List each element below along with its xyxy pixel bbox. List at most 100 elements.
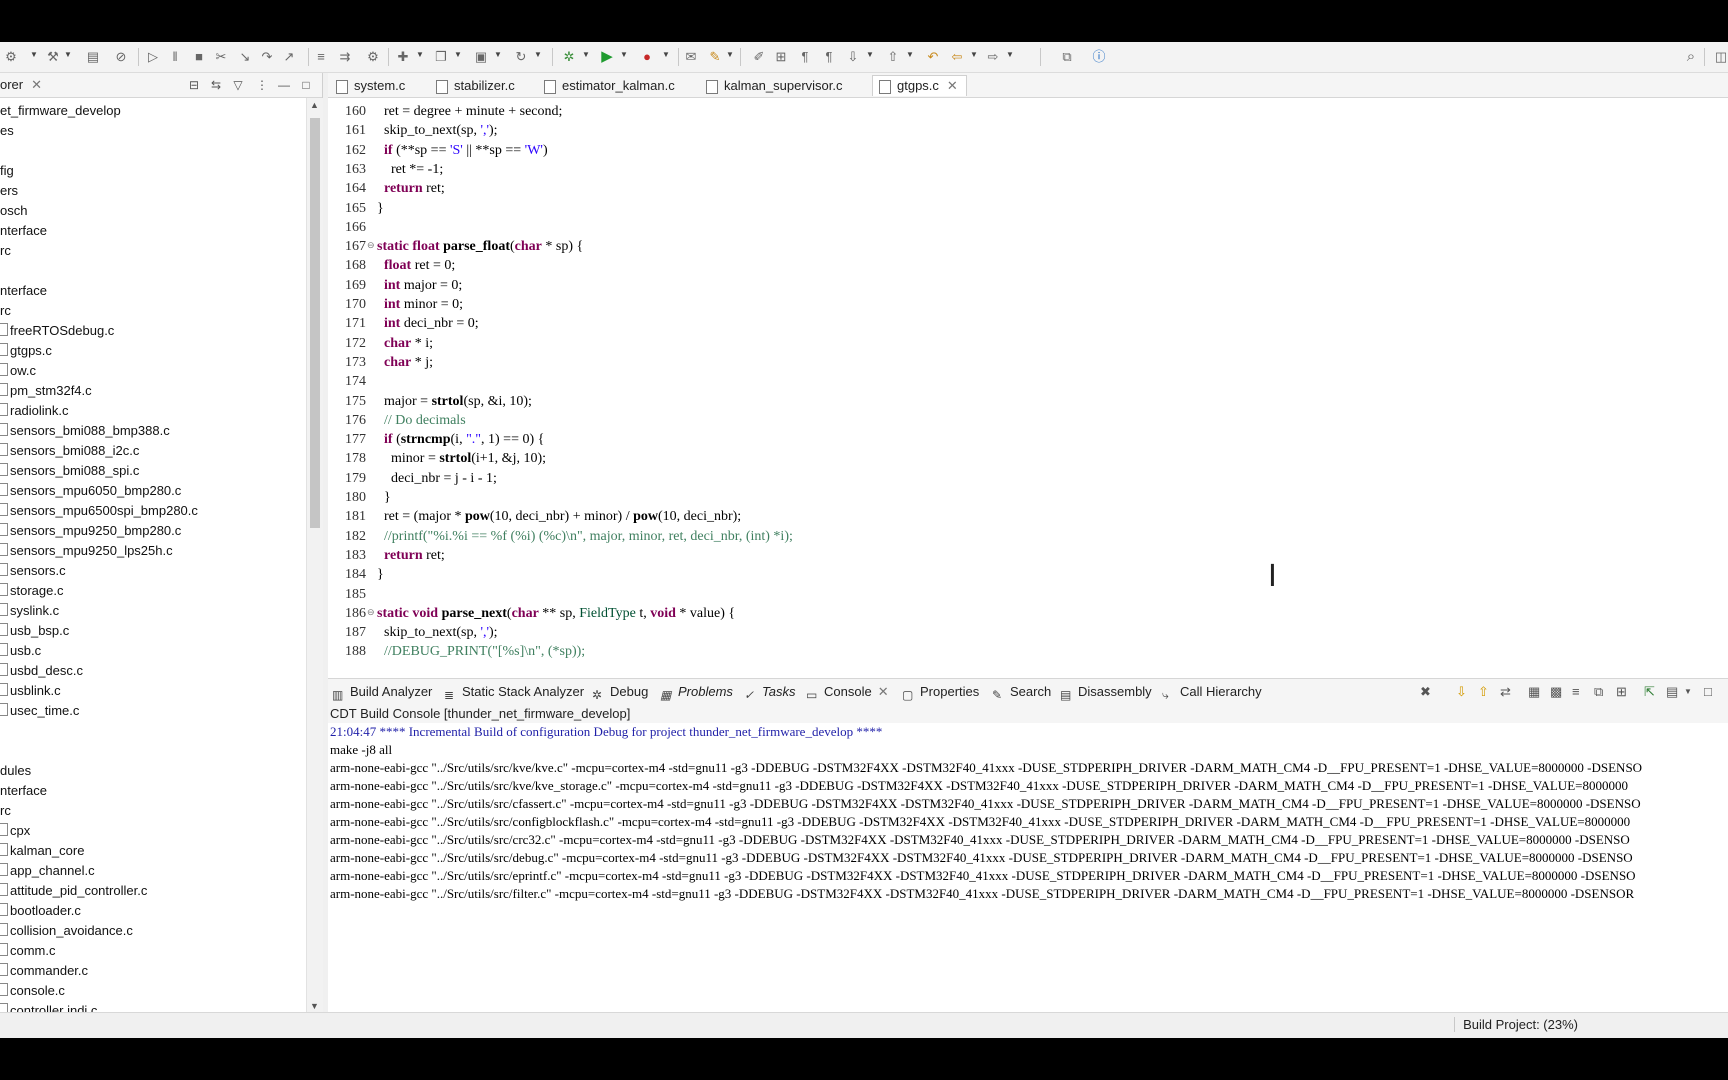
run-icon[interactable]: ▶ — [598, 49, 616, 65]
tree-item[interactable]: kalman_core — [0, 841, 84, 861]
instruction-step-icon[interactable]: ⇉ — [336, 49, 354, 65]
next-icon[interactable]: ⇩ — [1456, 684, 1467, 700]
info-icon[interactable]: ⓘ — [1090, 49, 1108, 65]
display-selected-icon[interactable]: ⊞ — [1616, 684, 1627, 700]
chevron-down-icon[interactable]: ▼ — [726, 50, 734, 59]
new-icon[interactable]: ✚ — [394, 49, 412, 65]
wand-icon[interactable]: ✎ — [706, 49, 724, 65]
word-wrap-icon[interactable]: ▦ — [1528, 684, 1540, 700]
view-menu-icon[interactable]: ⋮ — [254, 77, 270, 93]
tree-item[interactable]: attitude_pid_controller.c — [0, 881, 147, 901]
tab-static-stack-analyzer[interactable]: ≣ Static Stack Analyzer — [444, 683, 584, 702]
external-tools-icon[interactable]: ● — [638, 49, 656, 65]
build-console[interactable]: 21:04:47 **** Incremental Build of confi… — [328, 723, 1728, 1035]
last-edit-icon[interactable]: ↶ — [924, 49, 942, 65]
chevron-down-icon[interactable]: ▼ — [1684, 687, 1692, 696]
link-editor-icon[interactable]: ⇆ — [208, 77, 224, 93]
open-console-icon[interactable]: ⇱ — [1644, 684, 1655, 700]
editor-tab[interactable]: kalman_supervisor.c — [706, 76, 843, 96]
tree-item[interactable]: et_firmware_develop — [0, 101, 121, 121]
tab-disassembly[interactable]: ▤ Disassembly — [1060, 683, 1152, 702]
tree-item[interactable]: syslink.c — [0, 601, 59, 621]
show-whitespace-icon[interactable]: ¶ — [820, 49, 838, 65]
step-return-icon[interactable]: ↗ — [280, 49, 298, 65]
tree-item[interactable]: commander.c — [0, 961, 88, 981]
code-editor[interactable]: 160 ret = degree + minute + second; 161 s… — [328, 98, 1728, 698]
show-console-icon[interactable]: ▩ — [1550, 684, 1562, 700]
tree-item[interactable]: sensors_mpu9250_bmp280.c — [0, 521, 181, 541]
tree-item[interactable]: usblink.c — [0, 681, 61, 701]
tree-item[interactable]: usb_bsp.c — [0, 621, 69, 641]
tree-item[interactable]: collision_avoidance.c — [0, 921, 133, 941]
maximize-icon[interactable]: □ — [298, 77, 314, 93]
suspend-icon[interactable]: ‖ — [166, 49, 184, 65]
chevron-down-icon[interactable]: ▼ — [64, 50, 72, 59]
tree-item[interactable]: rc — [0, 801, 11, 821]
chevron-down-icon[interactable]: ▼ — [534, 50, 542, 59]
tree-item[interactable]: radiolink.c — [0, 401, 69, 421]
tab-properties[interactable]: ▢ Properties — [902, 683, 979, 702]
open-type-icon[interactable]: ✉ — [682, 49, 700, 65]
tree-item[interactable]: usb.c — [0, 641, 41, 661]
scroll-up-icon[interactable]: ▲ — [310, 100, 319, 110]
perspective-icon[interactable]: ◫ — [1712, 49, 1728, 65]
fold-toggle-icon[interactable]: ⊖ — [367, 241, 376, 250]
tree-item[interactable]: dules — [0, 761, 31, 781]
editor-tab[interactable]: gtgps.c ✕ — [872, 75, 967, 96]
minimize-icon[interactable]: — — [276, 77, 292, 93]
chevron-down-icon[interactable]: ▼ — [662, 50, 670, 59]
tree-item[interactable]: fig — [0, 161, 14, 181]
chevron-down-icon[interactable]: ▼ — [582, 50, 590, 59]
editor-tab[interactable]: stabilizer.c — [436, 76, 515, 96]
tree-item[interactable]: es — [0, 121, 14, 141]
open-icon[interactable]: ❐ — [432, 49, 450, 65]
step-over-icon[interactable]: ↷ — [258, 49, 276, 65]
tree-item[interactable]: ers — [0, 181, 18, 201]
tree-item[interactable]: sensors_bmi088_i2c.c — [0, 441, 139, 461]
tree-item[interactable]: storage.c — [0, 581, 63, 601]
chevron-down-icon[interactable]: ▼ — [494, 50, 502, 59]
disconnect-icon[interactable]: ✂ — [212, 49, 230, 65]
tree-item[interactable]: usec_time.c — [0, 701, 79, 721]
open-perspective-icon[interactable]: ⧉ — [1058, 49, 1076, 65]
debug-icon[interactable]: ✲ — [560, 49, 578, 65]
gear-icon[interactable]: ⚙ — [364, 49, 382, 65]
build-all-icon[interactable]: ▤ — [84, 49, 102, 65]
search-icon[interactable]: ⌕ — [1682, 49, 1700, 65]
scroll-lock-icon[interactable]: ⇄ — [1500, 684, 1511, 700]
tree-item[interactable]: sensors.c — [0, 561, 66, 581]
chevron-down-icon[interactable]: ▼ — [30, 50, 38, 59]
chevron-down-icon[interactable]: ▼ — [454, 50, 462, 59]
debug-config-icon[interactable]: ⚙ — [2, 49, 20, 65]
chevron-down-icon[interactable]: ▼ — [970, 50, 978, 59]
tree-item[interactable]: rc — [0, 241, 11, 261]
tree-item[interactable]: ow.c — [0, 361, 36, 381]
whitespace-icon[interactable]: ¶ — [796, 49, 814, 65]
tree-item[interactable]: bootloader.c — [0, 901, 81, 921]
tree-item[interactable]: nterface — [0, 221, 47, 241]
clear-console-icon[interactable]: ✖ — [1420, 684, 1431, 700]
scroll-thumb[interactable] — [310, 118, 320, 528]
copy-icon[interactable]: ⧉ — [1594, 684, 1603, 700]
resume-icon[interactable]: ▷ — [144, 49, 162, 65]
scroll-down-icon[interactable]: ▼ — [310, 1001, 319, 1011]
mark-occurrences-icon[interactable]: ✐ — [750, 49, 768, 65]
tree-item[interactable]: osch — [0, 201, 27, 221]
chevron-down-icon[interactable]: ▼ — [620, 50, 628, 59]
tab-search[interactable]: ✎ Search — [992, 683, 1051, 702]
tree-item[interactable]: freeRTOSdebug.c — [0, 321, 114, 341]
filter-icon[interactable]: ▽ — [230, 77, 246, 93]
tree-item[interactable]: sensors_mpu9250_lps25h.c — [0, 541, 173, 561]
chevron-down-icon[interactable]: ▼ — [1006, 50, 1014, 59]
close-icon[interactable]: ✕ — [878, 684, 889, 699]
tree-item[interactable]: sensors_mpu6050_bmp280.c — [0, 481, 181, 501]
pin-console-icon[interactable]: ≡ — [1572, 684, 1580, 699]
tab-problems[interactable]: ▦ Problems — [660, 683, 733, 702]
chevron-down-icon[interactable]: ▼ — [416, 50, 424, 59]
next-annotation-icon[interactable]: ⇩ — [844, 49, 862, 65]
forward-icon[interactable]: ⇨ — [984, 49, 1002, 65]
new-class-icon[interactable]: ▣ — [472, 49, 490, 65]
prev-annotation-icon[interactable]: ⇧ — [884, 49, 902, 65]
terminate-icon[interactable]: ■ — [190, 49, 208, 65]
chevron-down-icon[interactable]: ▼ — [906, 50, 914, 59]
